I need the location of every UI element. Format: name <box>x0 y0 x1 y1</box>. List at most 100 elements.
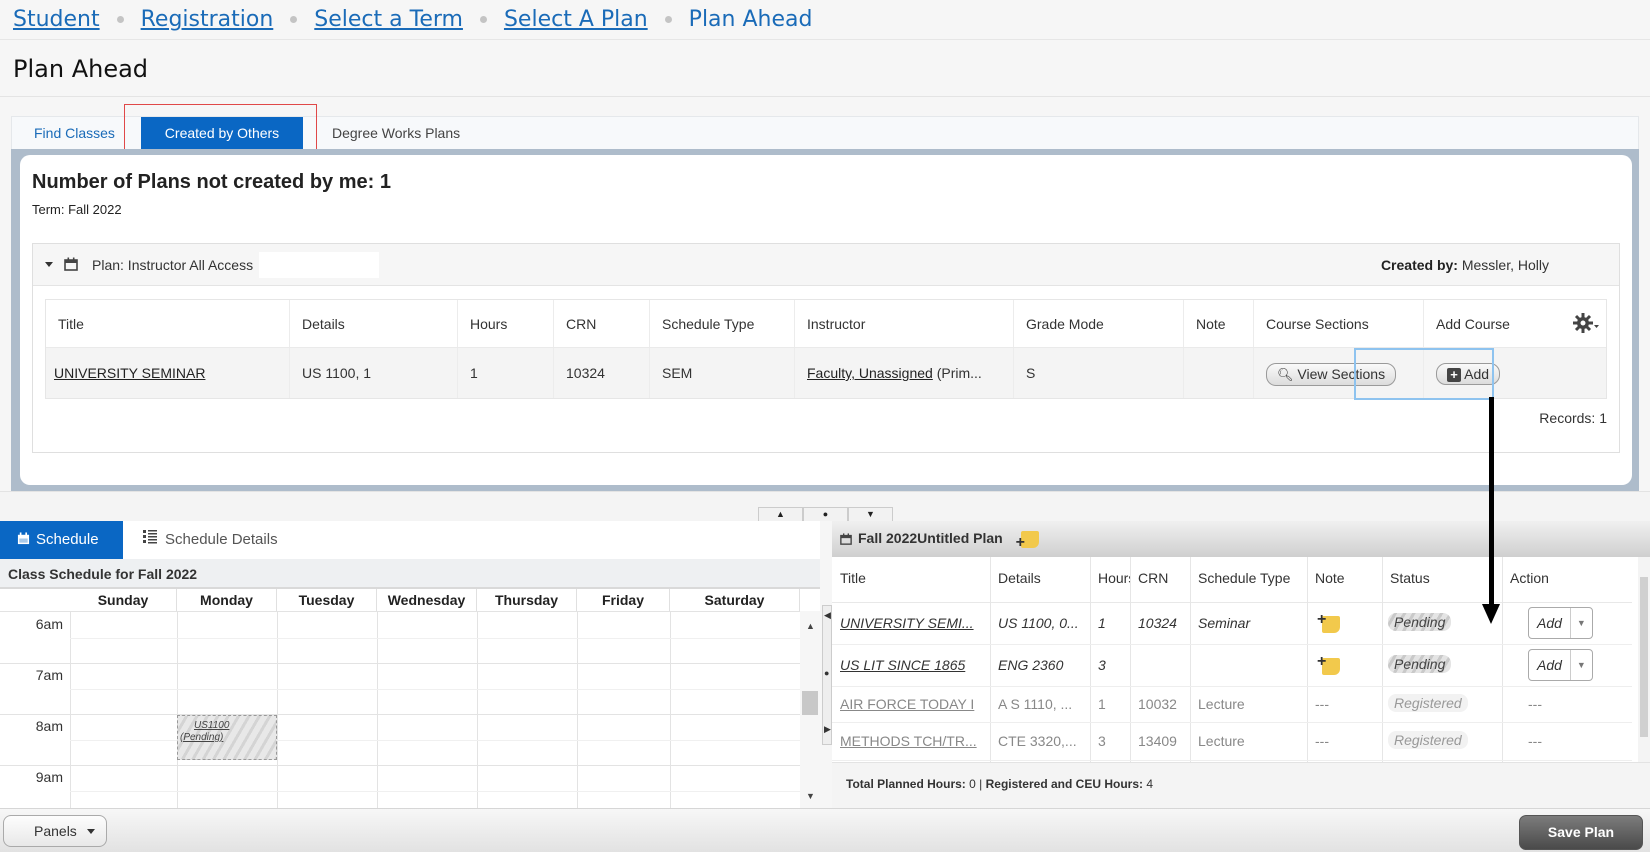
row-instructor: Faculty, Unassigned (Prim... <box>795 348 1014 398</box>
breadcrumb-current: Plan Ahead <box>688 7 813 32</box>
action-add-split-button[interactable]: Add ▼ <box>1528 649 1593 681</box>
splitter-center-icon[interactable]: ● <box>824 668 829 678</box>
save-plan-button[interactable]: Save Plan <box>1519 815 1643 850</box>
term-label: Term: Fall 2022 <box>32 202 122 217</box>
add-note-icon[interactable] <box>1317 611 1340 633</box>
row-title-cell: UNIVERSITY SEMINAR <box>46 348 290 398</box>
plan-crn: 10032 <box>1138 696 1177 712</box>
status-badge: Registered <box>1388 731 1468 749</box>
hour-label: 7am <box>35 667 63 683</box>
plan-pane-header: Fall 2022Untitled Plan <box>832 521 1650 560</box>
col-grade-mode[interactable]: Grade Mode <box>1014 300 1184 347</box>
status-badge: Pending <box>1388 655 1452 673</box>
event-course: US1100 <box>194 720 230 731</box>
status-badge: Pending <box>1388 613 1452 631</box>
plan-scrollbar[interactable] <box>1638 557 1650 762</box>
tab-created-by-others[interactable]: Created by Others <box>141 117 303 150</box>
col-details[interactable]: Details <box>290 300 458 347</box>
plan-col-header[interactable]: Action <box>1510 570 1632 586</box>
day-divider <box>670 611 671 808</box>
plan-header[interactable]: Plan: Instructor All Access Created by: … <box>33 244 1619 286</box>
list-icon <box>143 530 157 544</box>
row-details: US 1100, 1 <box>290 348 458 398</box>
plan-hours: 3 <box>1098 657 1106 673</box>
plan-col-header[interactable]: Schedule Type <box>1198 570 1307 586</box>
tab-find-classes[interactable]: Find Classes <box>12 117 137 150</box>
half-hour-line <box>70 791 800 792</box>
day-divider <box>377 611 378 808</box>
plan-action: Add ▼ <box>1528 607 1628 639</box>
scroll-down-icon[interactable]: ▼ <box>806 791 815 801</box>
plan-details: CTE 3320,... <box>998 733 1077 749</box>
scroll-up-icon[interactable]: ▲ <box>806 621 815 631</box>
day-header: Monday <box>177 589 277 611</box>
day-header: Wednesday <box>377 589 477 611</box>
chevron-down-icon[interactable]: ▼ <box>1569 608 1592 638</box>
plan-courses-table: Title Details Hours CRN Schedule Type In… <box>45 299 1607 400</box>
vertical-splitter[interactable]: ◀ ● ▶ <box>822 605 832 745</box>
col-crn[interactable]: CRN <box>554 300 650 347</box>
created-by-value: Messler, Holly <box>1461 257 1549 273</box>
plan-details: A S 1110, ... <box>998 696 1073 712</box>
plan-course-title-link[interactable]: US LIT SINCE 1865 <box>840 657 985 673</box>
scroll-thumb[interactable] <box>1640 577 1648 737</box>
plan-col-header[interactable]: Details <box>998 570 1090 586</box>
splitter-up-button[interactable]: ▲ <box>758 507 803 521</box>
collapse-caret-icon[interactable] <box>45 262 53 267</box>
action-add-split-button[interactable]: Add ▼ <box>1528 607 1593 639</box>
plan-col-header[interactable]: Hours <box>1098 570 1130 586</box>
col-note[interactable]: Note <box>1184 300 1254 347</box>
page-title: Plan Ahead <box>0 41 1650 97</box>
plan-course-title-link[interactable]: METHODS TCH/TR... <box>840 733 985 749</box>
gear-icon[interactable] <box>1572 312 1600 334</box>
breadcrumb-student[interactable]: Student <box>13 7 100 32</box>
plan-col-header[interactable]: Title <box>840 570 990 586</box>
instructor-link[interactable]: Faculty, Unassigned <box>807 365 933 381</box>
col-hours[interactable]: Hours <box>458 300 554 347</box>
collapse-left-icon[interactable]: ◀ <box>824 610 831 621</box>
hour-label: 9am <box>35 769 63 785</box>
selected-cell-outline <box>1354 348 1494 400</box>
plan-note: --- <box>1315 733 1329 749</box>
calendar-event[interactable]: US1100 (Pending) <box>177 715 277 760</box>
plan-col-header[interactable]: Status <box>1390 570 1502 586</box>
col-schedule-type[interactable]: Schedule Type <box>650 300 795 347</box>
half-hour-line <box>70 689 800 690</box>
course-title-link[interactable]: UNIVERSITY SEMINAR <box>54 365 205 381</box>
breadcrumb-registration[interactable]: Registration <box>141 7 274 32</box>
plan-course-title-link[interactable]: AIR FORCE TODAY I <box>840 696 985 712</box>
plan-course-title-link[interactable]: UNIVERSITY SEMI... <box>840 615 985 631</box>
tab-degree-works-plans[interactable]: Degree Works Plans <box>310 117 482 150</box>
scroll-thumb[interactable] <box>802 691 818 715</box>
panels-dropdown[interactable]: Panels <box>3 815 107 847</box>
day-divider <box>277 611 278 808</box>
add-plan-note-icon[interactable] <box>1016 526 1039 560</box>
splitter-down-button[interactable]: ▼ <box>848 507 893 521</box>
plan-col-header[interactable]: Note <box>1315 570 1382 586</box>
collapse-right-icon[interactable]: ▶ <box>824 724 831 735</box>
tab-schedule-details-label: Schedule Details <box>165 531 278 548</box>
add-note-icon[interactable] <box>1317 653 1340 675</box>
action-add-label: Add <box>1537 615 1562 631</box>
splitter-center-button[interactable]: ● <box>803 507 848 521</box>
calendar-scrollbar[interactable]: ▲ ▼ <box>800 611 820 811</box>
hour-line <box>0 765 800 766</box>
col-course-sections[interactable]: Course Sections <box>1254 300 1424 347</box>
breadcrumb-separator <box>116 16 124 23</box>
calendar-icon <box>17 532 30 545</box>
breadcrumb-select-term[interactable]: Select a Term <box>314 7 463 32</box>
plan-col-header[interactable]: CRN <box>1138 570 1190 586</box>
tab-schedule-details[interactable]: Schedule Details <box>123 521 278 559</box>
col-instructor[interactable]: Instructor <box>795 300 1014 347</box>
chevron-down-icon[interactable]: ▼ <box>1569 650 1592 680</box>
col-title[interactable]: Title <box>46 300 290 347</box>
schedule-header: Class Schedule for Fall 2022 <box>0 559 820 589</box>
plan-hours: 1 <box>1098 696 1106 712</box>
hour-line <box>0 714 800 715</box>
half-hour-line <box>70 638 800 639</box>
hour-label: 8am <box>35 718 63 734</box>
breadcrumb-separator <box>290 16 298 23</box>
records-count: Records: 1 <box>1539 410 1607 426</box>
breadcrumb-select-plan[interactable]: Select A Plan <box>504 7 648 32</box>
tab-schedule[interactable]: Schedule <box>0 521 123 559</box>
